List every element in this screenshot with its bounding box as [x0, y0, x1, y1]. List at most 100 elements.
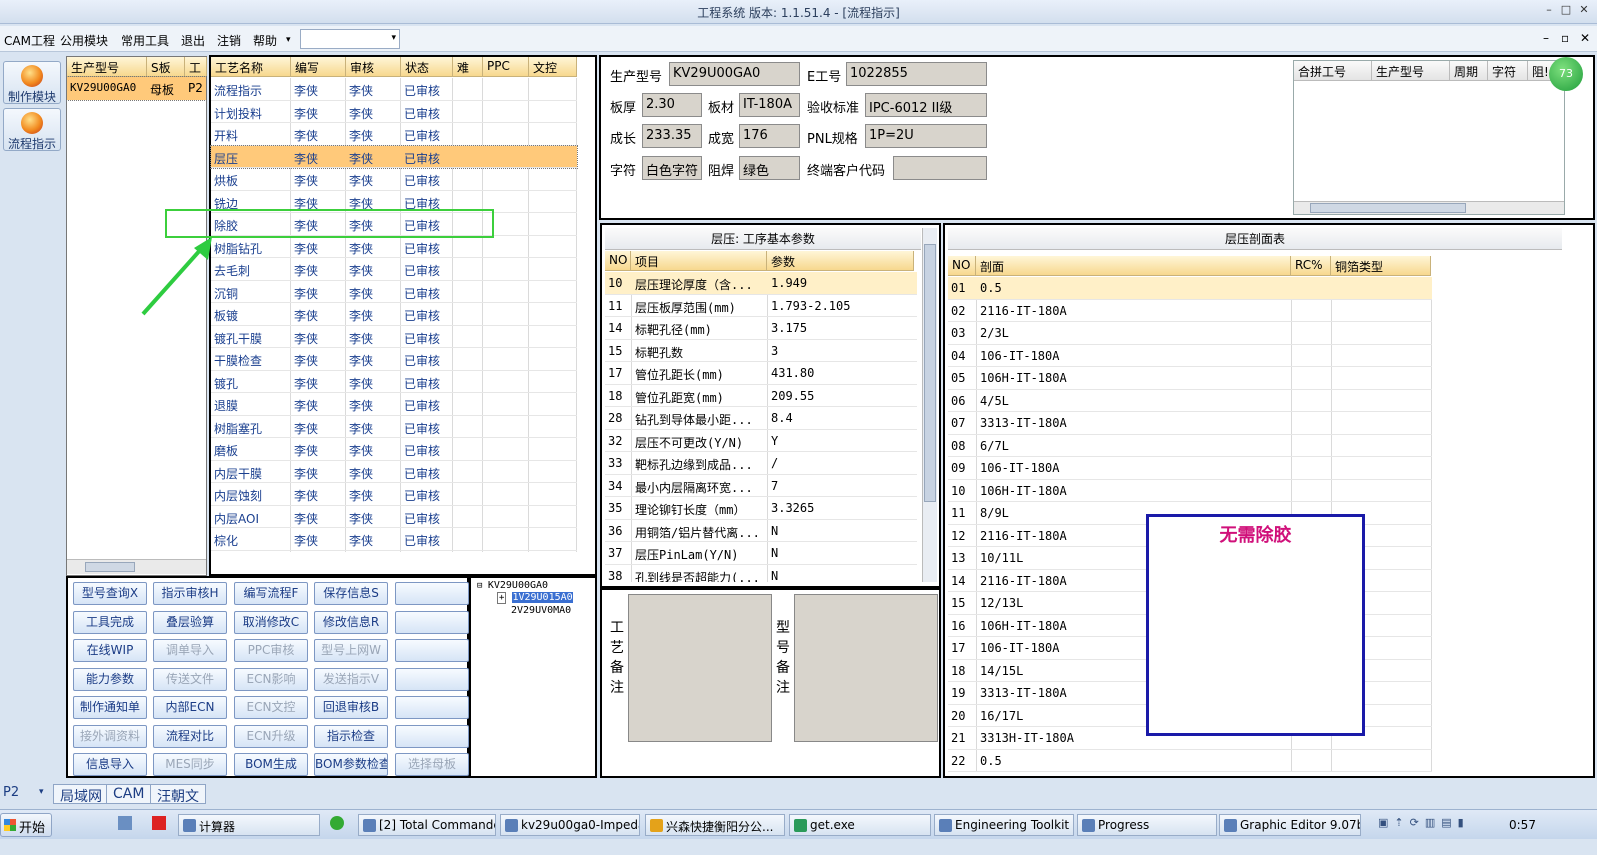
action-button[interactable]: 回退审核B [314, 696, 388, 719]
tree-expand-icon[interactable]: + [497, 592, 507, 604]
process-note-textarea[interactable] [628, 594, 772, 742]
stack-row[interactable]: 22 0.5 [948, 750, 1432, 773]
toolbar-combo[interactable]: ▾ [300, 29, 400, 49]
col-header-section[interactable]: 剖面 [976, 256, 1291, 276]
param-row[interactable]: 10 层压理论厚度（含... 1.949 [605, 272, 917, 295]
stack-row[interactable]: 08 6/7L [948, 435, 1432, 458]
task-calculator[interactable]: 计算器 [178, 814, 320, 836]
param-row[interactable]: 15 标靶孔数 3 [605, 340, 917, 363]
table-row[interactable]: 内层蚀刻 李侠 李侠 已审核 [211, 483, 577, 506]
action-button[interactable]: 指示检查 [314, 724, 388, 748]
col-header-process[interactable]: 工艺名称 [211, 57, 291, 77]
action-button[interactable]: 接外调资料 [73, 724, 147, 748]
field-standard[interactable]: IPC-6012 II级 [865, 93, 987, 117]
stack-row[interactable]: 07 3313-IT-180A [948, 412, 1432, 435]
process-instruction-button[interactable]: 流程指示 [3, 108, 61, 151]
field-legend[interactable]: 白色字符 [642, 156, 702, 180]
action-button[interactable] [395, 696, 469, 719]
stack-row[interactable]: 01 0.5 [948, 277, 1432, 300]
field-pnl[interactable]: 1P=2U [865, 124, 987, 148]
task-engineering-toolkit[interactable]: Engineering Toolkit 9.... [934, 814, 1074, 836]
menu-tools[interactable]: 常用工具 [121, 32, 169, 49]
task-graphic-editor[interactable]: Graphic Editor 9.07b2... [1219, 814, 1361, 836]
stack-row[interactable]: 10 106H-IT-180A [948, 480, 1432, 503]
tab-user[interactable]: 汪朝文 [150, 784, 206, 805]
action-button[interactable]: 发送指示V [314, 667, 388, 691]
vertical-scrollbar[interactable] [922, 228, 937, 582]
col-header-ppc[interactable]: PPC [483, 57, 529, 77]
param-row[interactable]: 11 层压板厚范围(mm) 1.793-2.105 [605, 295, 917, 318]
stack-row[interactable]: 03 2/3L [948, 322, 1432, 345]
mdi-restore-icon[interactable]: ▫ [1561, 31, 1569, 45]
table-row[interactable]: 树脂塞孔 李侠 李侠 已审核 [211, 416, 577, 439]
stack-row[interactable]: 06 4/5L [948, 390, 1432, 413]
action-button[interactable]: PPC审核 [234, 639, 308, 662]
task-get[interactable]: get.exe [789, 814, 931, 836]
menu-common-modules[interactable]: 公用模块 [60, 32, 108, 49]
table-row[interactable]: 镀孔干膜 李侠 李侠 已审核 [211, 326, 577, 349]
stack-row[interactable]: 09 106-IT-180A [948, 457, 1432, 480]
col-header-writer[interactable]: 编写 [291, 57, 346, 77]
action-button[interactable]: 传送文件 [153, 667, 227, 691]
desktop-icon[interactable] [118, 816, 132, 830]
table-row[interactable]: 棕化 李侠 李侠 已审核 [211, 528, 577, 551]
param-row[interactable]: 38 孔到线是否超能力(... N [605, 565, 917, 583]
table-row[interactable]: 去毛刺 李侠 李侠 已审核 [211, 258, 577, 281]
col-header-doc-control[interactable]: 文控 [529, 57, 577, 77]
col-header-item[interactable]: 项目 [631, 251, 767, 271]
table-row[interactable]: 开料 李侠 李侠 已审核 [211, 123, 577, 146]
col-header-difficulty[interactable]: 难 [453, 57, 483, 77]
param-row[interactable]: 37 层压PinLam(Y/N) N [605, 542, 917, 565]
pdf-icon[interactable] [152, 816, 166, 830]
status-combo[interactable]: P2 ▾ [3, 785, 47, 805]
action-button[interactable] [395, 724, 469, 748]
scroll-thumb[interactable] [85, 562, 135, 572]
param-row[interactable]: 18 管位孔距宽(mm) 209.55 [605, 385, 917, 408]
tab-cam[interactable]: CAM [106, 784, 152, 804]
param-row[interactable]: 35 理论铆钉长度（mm） 3.3265 [605, 497, 917, 520]
table-row[interactable]: 板镀 李侠 李侠 已审核 [211, 303, 577, 326]
table-row[interactable]: 树脂钻孔 李侠 李侠 已审核 [211, 236, 577, 259]
menu-help[interactable]: 帮助 [253, 32, 277, 49]
menu-exit[interactable]: 退出 [181, 32, 205, 49]
action-button[interactable]: 调单导入 [153, 639, 227, 662]
action-button[interactable]: 修改信息R [314, 610, 388, 634]
col-header-status[interactable]: 状态 [401, 57, 453, 77]
task-progress[interactable]: Progress [1077, 814, 1217, 836]
menu-cam[interactable]: CAM工程 [4, 32, 55, 49]
stack-row[interactable]: 05 106H-IT-180A [948, 367, 1432, 390]
horizontal-scrollbar[interactable] [1294, 201, 1564, 214]
scroll-thumb[interactable] [924, 244, 936, 502]
horizontal-scrollbar[interactable] [67, 559, 206, 574]
table-row[interactable]: 内层AOI 李侠 李侠 已审核 [211, 506, 577, 529]
param-row[interactable]: 34 最小内层隔离环宽... 7 [605, 475, 917, 498]
field-customer-code[interactable] [893, 156, 987, 180]
tree-root[interactable]: ⊟ KV29U00GA0 [477, 580, 548, 591]
table-row[interactable]: 干膜检查 李侠 李侠 已审核 [211, 348, 577, 371]
action-button[interactable]: 工具完成 [73, 610, 147, 634]
field-thickness[interactable]: 2.30 [642, 93, 702, 117]
col-header-foil-type[interactable]: 铜箔类型 [1331, 256, 1431, 276]
col-header-model[interactable]: 生产型号 [67, 57, 147, 77]
make-module-button[interactable]: 制作模块 [3, 61, 61, 104]
task-total-commander[interactable]: [2] Total Commander ... [358, 814, 496, 836]
table-row[interactable]: 流程指示 李侠 李侠 已审核 [211, 78, 577, 101]
table-row[interactable]: 计划投料 李侠 李侠 已审核 [211, 101, 577, 124]
close-icon[interactable]: ✕ [1575, 3, 1593, 19]
action-button[interactable]: 取消修改C [234, 610, 308, 634]
col-header-no[interactable]: NO [605, 251, 631, 271]
menu-overflow-icon[interactable]: ▾ [286, 35, 291, 45]
action-button[interactable]: 保存信息S [314, 582, 388, 605]
table-row[interactable]: 镀孔 李侠 李侠 已审核 [211, 371, 577, 394]
task-im[interactable]: 兴森快捷衡阳分公... [645, 814, 785, 836]
action-button[interactable] [395, 582, 469, 605]
table-row[interactable]: 沉铜 李侠 李侠 已审核 [211, 281, 577, 304]
field-model[interactable]: KV29U00GA0 [669, 62, 800, 86]
col-header-char[interactable]: 字符 [1488, 61, 1528, 81]
param-row[interactable]: 17 管位孔距长(mm) 431.80 [605, 362, 917, 385]
action-button[interactable]: 制作通知单 [73, 696, 147, 719]
field-length[interactable]: 233.35 [642, 124, 702, 148]
tab-lan[interactable]: 局域网 [53, 784, 109, 805]
param-row[interactable]: 33 靶标孔边缘到成品... / [605, 452, 917, 475]
col-header-work[interactable]: 工 [185, 57, 207, 77]
